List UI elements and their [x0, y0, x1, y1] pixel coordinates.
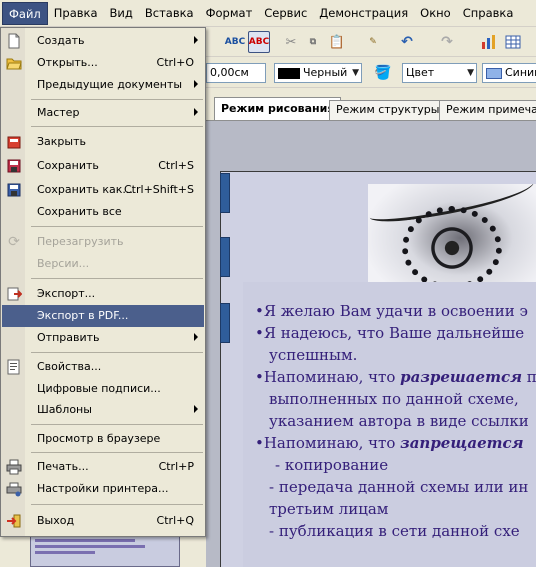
properties-icon	[6, 359, 22, 375]
submenu-arrow-icon	[194, 80, 198, 88]
menu-item-send[interactable]: Отправить	[2, 327, 204, 349]
menu-separator	[31, 504, 203, 505]
slide-line: •Я надеюсь, что Ваше дальнейше	[255, 324, 525, 342]
save-icon	[6, 158, 22, 174]
line-fill-toolbar: 0,00см Черный▼ 🪣 Цвет▼ Синий	[206, 58, 536, 88]
open-folder-icon	[6, 55, 22, 71]
decor-strip	[220, 303, 230, 343]
photo-lace	[402, 206, 502, 290]
copy-icon[interactable]: ⧉	[302, 31, 324, 53]
undo-icon[interactable]: ↶	[396, 31, 418, 53]
menu-separator	[31, 99, 203, 100]
fill-bucket-icon[interactable]: 🪣	[372, 62, 394, 84]
menu-separator	[31, 424, 203, 425]
thumb-text-line	[35, 551, 95, 554]
slide-line: указанием автора в виде ссылки	[269, 412, 529, 430]
menu-item-templates[interactable]: Шаблоны	[2, 399, 204, 421]
menu-item-properties[interactable]: Свойства...	[2, 356, 204, 378]
printer-settings-icon	[6, 481, 22, 497]
menu-separator	[31, 126, 203, 127]
menu-item-save-all[interactable]: Сохранить все	[2, 201, 204, 223]
line-color-select[interactable]: Черный ▼	[274, 63, 362, 83]
submenu-arrow-icon	[194, 405, 198, 413]
slide-line: - передача данной схемы или ин	[269, 478, 529, 496]
slide-text: •Я желаю Вам удачи в освоении э •Я надею…	[255, 300, 536, 542]
menu-file[interactable]: Файл	[2, 1, 48, 25]
menu-edit[interactable]: Правка	[48, 2, 104, 25]
reload-icon: ⟳	[8, 234, 20, 250]
menu-bar: Файл Правка Вид Вставка Формат Сервис Де…	[0, 0, 536, 27]
menu-separator	[31, 226, 203, 227]
slide-line: •Напоминаю, что запрещается	[255, 434, 524, 452]
area-color-select[interactable]: Синий	[482, 63, 536, 83]
chart-icon[interactable]	[478, 31, 500, 53]
menu-separator	[31, 352, 203, 353]
spellcheck-icon[interactable]: ABC	[224, 31, 246, 53]
tab-drawing[interactable]: Режим рисования	[214, 97, 342, 120]
cut-icon[interactable]: ✂	[280, 31, 302, 53]
menu-format[interactable]: Формат	[200, 2, 259, 25]
standard-toolbar: ABC ABC ✂ ⧉ 📋 ✎ ↶ ↷	[206, 27, 536, 57]
menu-window[interactable]: Окно	[414, 2, 457, 25]
menu-item-printer-settings[interactable]: Настройки принтера...	[2, 478, 204, 500]
table-icon[interactable]	[502, 31, 524, 53]
tab-notes[interactable]: Режим примечани	[439, 100, 536, 120]
menu-item-new[interactable]: Создать	[2, 30, 204, 52]
printer-icon	[6, 459, 22, 475]
slide-line: •Я желаю Вам удачи в освоении э	[255, 302, 528, 320]
tab-outline[interactable]: Режим структуры	[329, 100, 447, 120]
submenu-arrow-icon	[194, 333, 198, 341]
redo-icon[interactable]: ↷	[436, 31, 458, 53]
menu-view[interactable]: Вид	[104, 2, 139, 25]
menu-item-versions[interactable]: Версии...	[2, 253, 204, 275]
slide-line: третьим лицам	[269, 500, 389, 518]
submenu-arrow-icon	[194, 36, 198, 44]
menu-separator	[31, 278, 203, 279]
decor-strip	[220, 237, 230, 277]
menu-tools[interactable]: Сервис	[258, 2, 313, 25]
menu-item-recent[interactable]: Предыдущие документы	[2, 74, 204, 96]
menu-separator	[31, 452, 203, 453]
menu-item-browser-preview[interactable]: Просмотр в браузере	[2, 428, 204, 450]
menu-item-export-pdf[interactable]: Экспорт в PDF...	[2, 305, 204, 327]
menu-insert[interactable]: Вставка	[139, 2, 200, 25]
decor-strip	[220, 173, 230, 213]
format-paintbrush-icon[interactable]: ✎	[362, 31, 384, 53]
slide-line: •Напоминаю, что разрешается п	[255, 368, 536, 386]
save-as-icon	[6, 182, 22, 198]
submenu-arrow-icon	[194, 108, 198, 116]
new-document-icon	[6, 33, 22, 49]
menu-item-exit[interactable]: Выход Ctrl+Q	[2, 510, 204, 532]
file-menu: Создать Открыть... Ctrl+O Предыдущие доку…	[0, 27, 206, 537]
slide-line: - копирование	[275, 456, 389, 474]
menu-item-reload[interactable]: ⟳ Перезагрузить	[2, 231, 204, 253]
menu-item-save-as[interactable]: Сохранить как... Ctrl+Shift+S	[2, 179, 204, 201]
area-style-select[interactable]: Цвет ▼	[402, 63, 477, 83]
menu-item-wizard[interactable]: Мастер	[2, 102, 204, 124]
menu-help[interactable]: Справка	[457, 2, 520, 25]
menu-item-export[interactable]: Экспорт...	[2, 283, 204, 305]
paste-icon[interactable]: 📋	[326, 31, 348, 53]
line-width-field[interactable]: 0,00см	[206, 63, 266, 83]
menu-item-save[interactable]: Сохранить Ctrl+S	[2, 155, 204, 177]
slide-line: - публикация в сети данной схе	[269, 522, 520, 540]
menu-slideshow[interactable]: Демонстрация	[313, 2, 414, 25]
menu-item-digital-signatures[interactable]: Цифровые подписи...	[2, 378, 204, 400]
menu-item-print[interactable]: Печать... Ctrl+P	[2, 456, 204, 478]
view-tabs: Режим рисования Режим структуры Режим пр…	[206, 97, 536, 121]
slide-decor-strips	[220, 173, 230, 567]
menu-item-open[interactable]: Открыть... Ctrl+O	[2, 52, 204, 74]
thumb-text-line	[35, 545, 145, 548]
color-swatch-black	[278, 67, 300, 79]
export-icon	[6, 286, 23, 302]
slide-line: успешным.	[269, 346, 358, 364]
color-swatch-blue	[486, 67, 502, 79]
thumb-text-line	[35, 539, 135, 542]
close-document-icon	[6, 134, 22, 150]
slide-line: выполненных по данной схеме,	[269, 390, 519, 408]
menu-item-close[interactable]: Закрыть	[2, 131, 204, 153]
exit-icon	[6, 513, 22, 529]
autospellcheck-icon[interactable]: ABC	[248, 31, 270, 53]
